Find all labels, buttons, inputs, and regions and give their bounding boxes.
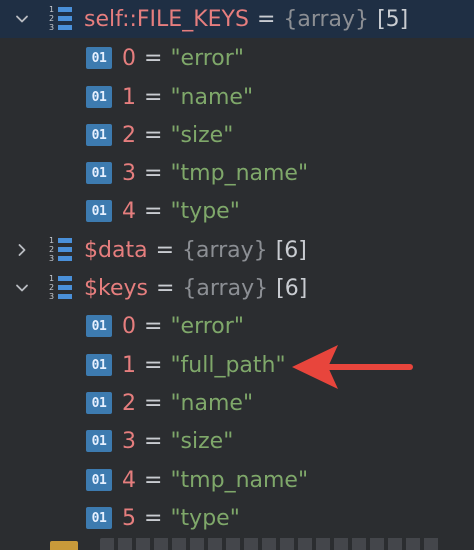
field-icon: 01 xyxy=(86,200,112,222)
chevron-down-icon[interactable] xyxy=(10,276,34,300)
list-item[interactable]: 01 1 = "name" xyxy=(0,78,474,116)
item-value: "name" xyxy=(170,84,254,110)
item-index: 0 xyxy=(122,45,136,71)
svg-text:3: 3 xyxy=(49,23,54,32)
item-index: 3 xyxy=(122,428,136,454)
svg-text:1: 1 xyxy=(49,236,54,245)
chevron-down-icon[interactable] xyxy=(10,7,34,31)
list-item[interactable]: 01 0 = "error" xyxy=(0,39,474,77)
field-icon: 01 xyxy=(86,86,112,108)
array-icon: 1 2 3 xyxy=(46,273,78,303)
item-value: "type" xyxy=(170,505,240,531)
field-icon: 01 xyxy=(86,124,112,146)
equals-sign: = xyxy=(144,467,163,493)
variable-type: {array} xyxy=(283,6,370,32)
field-icon: 01 xyxy=(86,47,112,69)
item-value: "error" xyxy=(170,45,244,71)
field-icon: 01 xyxy=(86,392,112,414)
variable-type: {array} xyxy=(182,275,269,301)
list-item[interactable]: 01 2 = "size" xyxy=(0,116,474,154)
item-value: "full_path" xyxy=(170,352,286,378)
equals-sign: = xyxy=(144,198,163,224)
item-index: 2 xyxy=(122,122,136,148)
tree-node-keys[interactable]: 1 2 3 $keys = {array} [6] xyxy=(0,269,474,307)
array-count: [6] xyxy=(276,275,308,301)
list-item[interactable]: 01 3 = "size" xyxy=(0,422,474,460)
truncated-row xyxy=(100,538,440,550)
field-icon: 01 xyxy=(86,469,112,491)
item-index: 1 xyxy=(122,84,136,110)
item-index: 2 xyxy=(122,390,136,416)
item-value: "name" xyxy=(170,390,254,416)
equals-sign: = xyxy=(144,160,163,186)
equals-sign: = xyxy=(144,505,163,531)
item-value: "tmp_name" xyxy=(170,160,309,186)
field-icon: 01 xyxy=(86,507,112,529)
equals-sign: = xyxy=(144,390,163,416)
equals-sign: = xyxy=(155,275,175,301)
equals-sign: = xyxy=(144,352,163,378)
svg-text:3: 3 xyxy=(49,292,54,301)
item-index: 5 xyxy=(122,505,136,531)
equals-sign: = xyxy=(144,122,163,148)
list-item[interactable]: 01 4 = "tmp_name" xyxy=(0,461,474,499)
field-icon: 01 xyxy=(86,430,112,452)
field-icon: 01 xyxy=(86,354,112,376)
svg-text:3: 3 xyxy=(49,254,54,263)
object-icon xyxy=(50,541,78,550)
item-value: "size" xyxy=(170,122,234,148)
equals-sign: = xyxy=(144,313,163,339)
item-value: "error" xyxy=(170,313,244,339)
item-index: 4 xyxy=(122,467,136,493)
array-icon: 1 2 3 xyxy=(46,4,78,34)
item-value: "size" xyxy=(170,428,234,454)
tree-node-data[interactable]: 1 2 3 $data = {array} [6] xyxy=(0,231,474,269)
item-index: 3 xyxy=(122,160,136,186)
item-value: "type" xyxy=(170,198,240,224)
array-icon: 1 2 3 xyxy=(46,235,78,265)
field-icon: 01 xyxy=(86,162,112,184)
array-count: [6] xyxy=(275,237,307,263)
item-value: "tmp_name" xyxy=(170,467,309,493)
item-index: 1 xyxy=(122,352,136,378)
tree-node-file-keys[interactable]: 1 2 3 self::FILE_KEYS = {array} [5] xyxy=(0,0,474,38)
variable-name: $keys xyxy=(84,275,148,301)
equals-sign: = xyxy=(144,428,163,454)
debugger-variables-tree: 1 2 3 self::FILE_KEYS = {array} [5] 01 0… xyxy=(0,0,474,550)
svg-text:1: 1 xyxy=(49,274,54,283)
item-index: 0 xyxy=(122,313,136,339)
equals-sign: = xyxy=(144,45,163,71)
list-item[interactable]: 01 0 = "error" xyxy=(0,307,474,345)
svg-text:2: 2 xyxy=(49,14,54,23)
array-count: [5] xyxy=(377,6,409,32)
list-item[interactable]: 01 3 = "tmp_name" xyxy=(0,154,474,192)
equals-sign: = xyxy=(144,84,163,110)
equals-sign: = xyxy=(155,237,174,263)
variable-name: self::FILE_KEYS xyxy=(84,6,249,32)
svg-text:1: 1 xyxy=(49,5,54,14)
list-item[interactable]: 01 5 = "type" xyxy=(0,499,474,537)
variable-type: {array} xyxy=(182,237,268,263)
svg-text:2: 2 xyxy=(49,245,54,254)
variable-name: $data xyxy=(84,237,148,263)
chevron-right-icon[interactable] xyxy=(10,238,34,262)
equals-sign: = xyxy=(256,6,276,32)
red-arrow-icon xyxy=(292,345,413,389)
list-item[interactable]: 01 4 = "type" xyxy=(0,192,474,230)
item-index: 4 xyxy=(122,198,136,224)
svg-text:2: 2 xyxy=(49,283,54,292)
field-icon: 01 xyxy=(86,315,112,337)
